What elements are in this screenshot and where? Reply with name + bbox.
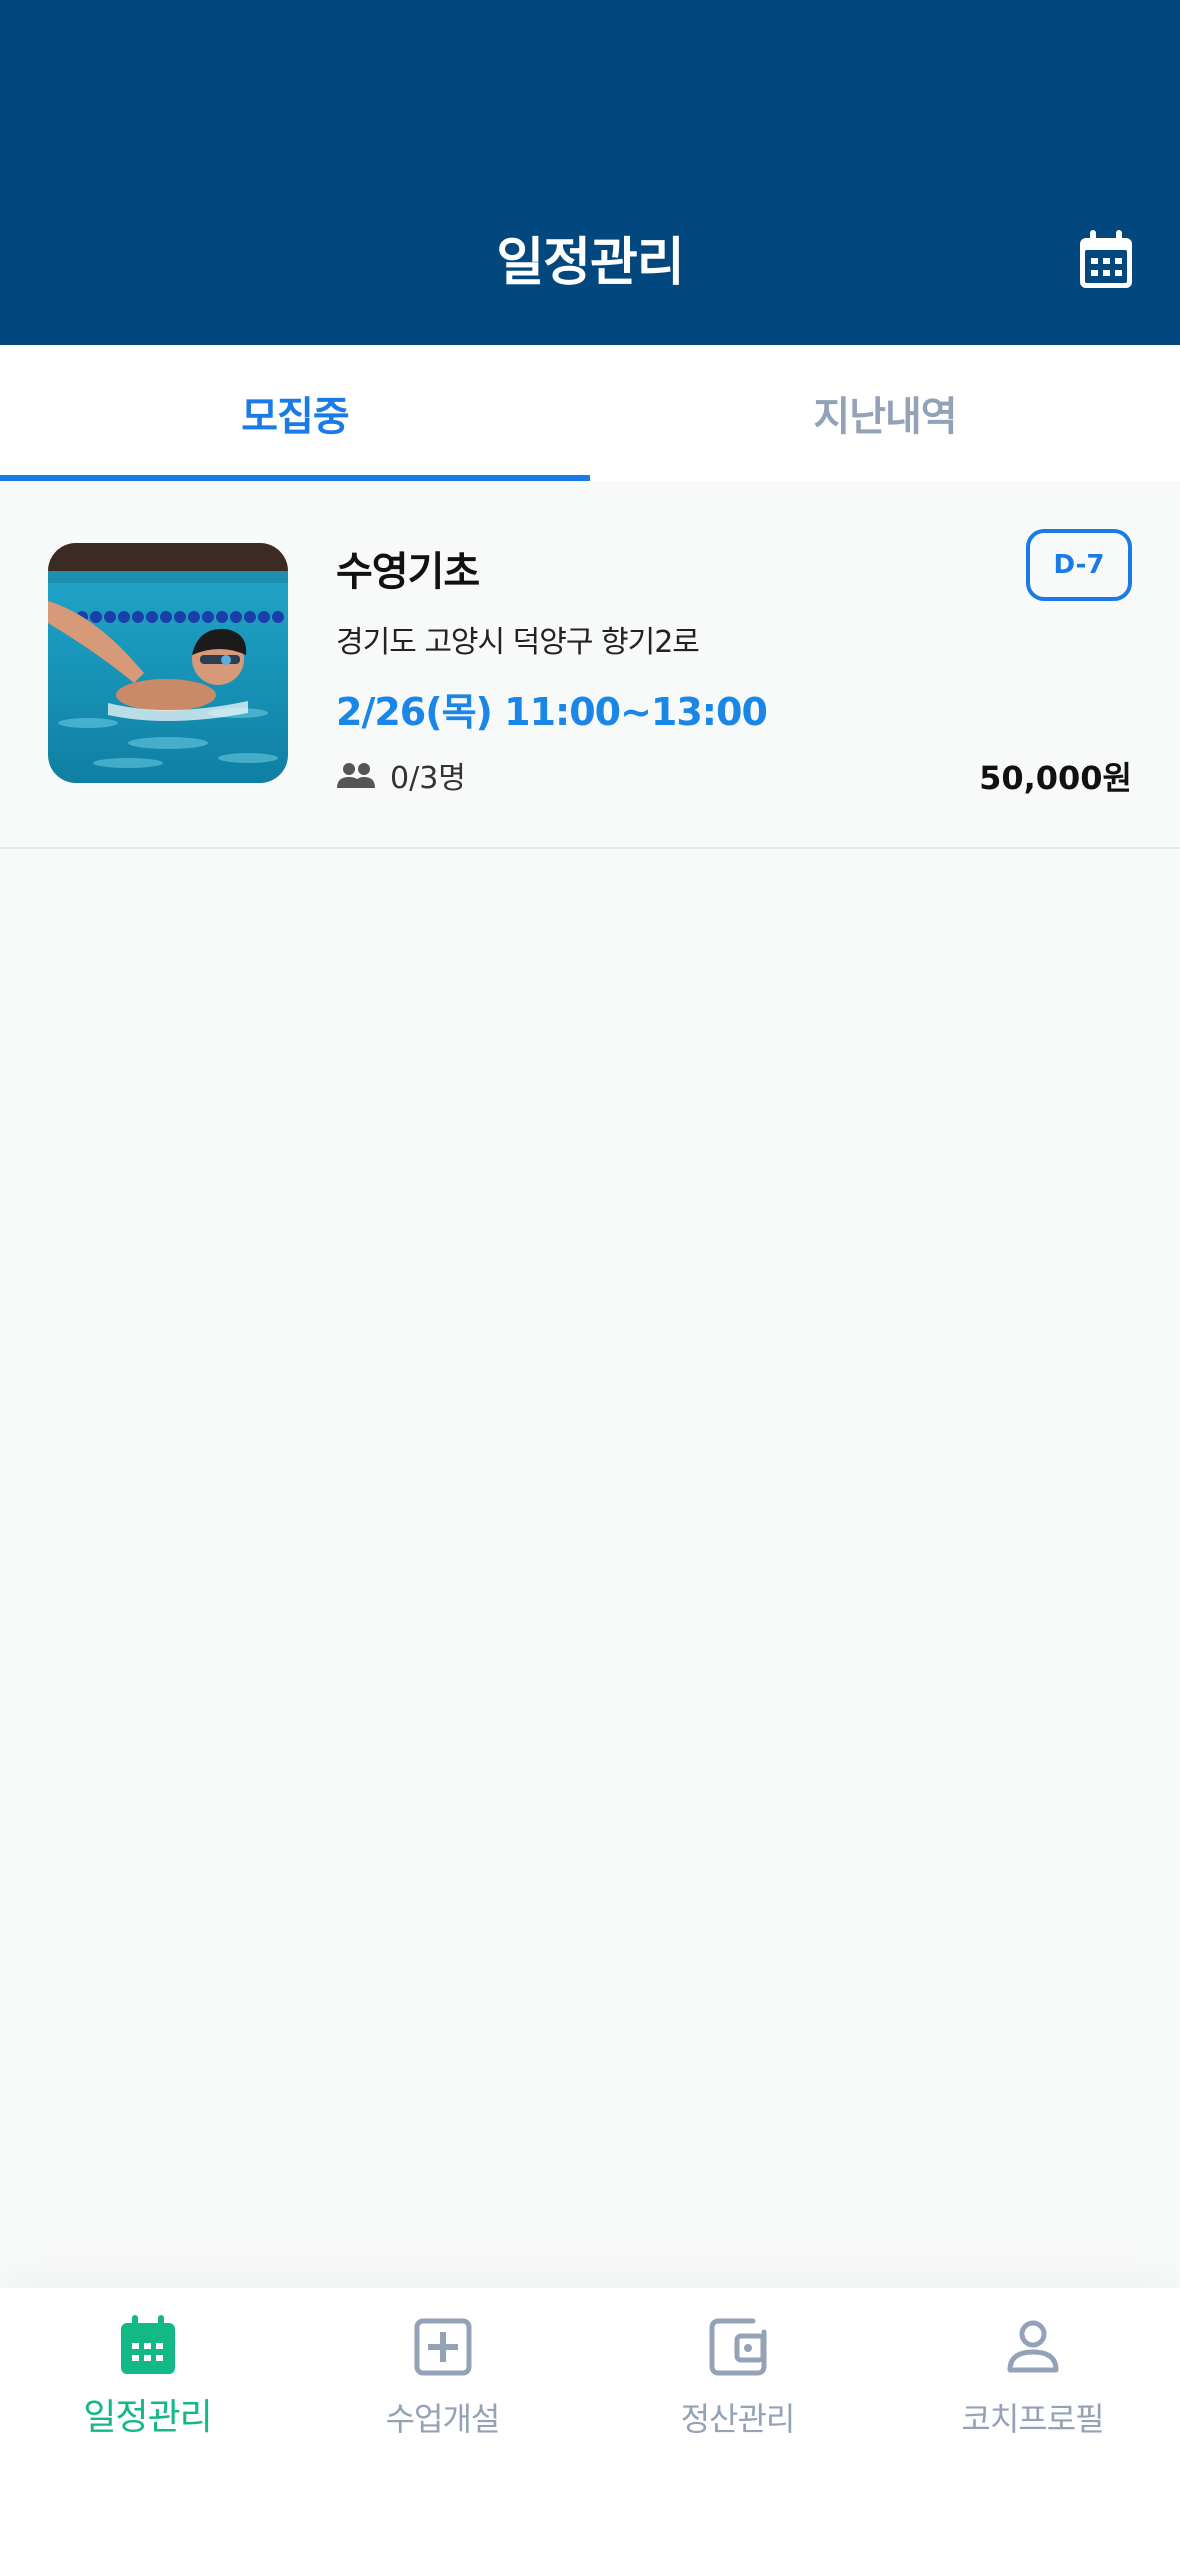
calendar-icon[interactable] — [1076, 228, 1136, 292]
wallet-icon — [709, 2318, 766, 2376]
tab-recruiting-label: 모집중 — [241, 394, 349, 440]
people-icon — [337, 763, 375, 788]
d-day-badge: D-7 — [1026, 529, 1132, 601]
nav-item-coach-profile[interactable]: 코치프로필 — [885, 2288, 1180, 2558]
plus-square-icon — [414, 2318, 471, 2376]
app-header: 일정관리 — [0, 0, 1180, 345]
class-title: 수영기초 — [336, 549, 480, 595]
person-icon — [1007, 2320, 1058, 2373]
tab-history-label: 지난내역 — [813, 394, 957, 440]
class-address: 경기도 고양시 덕양구 향기2로 — [336, 625, 700, 660]
swimmer-photo — [48, 543, 288, 783]
nav-item-create-class[interactable]: 수업개설 — [295, 2288, 590, 2558]
bottom-nav: 일정관리 수업개설 정산관리 코치프로필 — [0, 2288, 1180, 2558]
tab-history[interactable]: 지난내역 — [590, 345, 1180, 481]
nav-item-schedule[interactable]: 일정관리 — [0, 2288, 295, 2558]
calendar-icon — [120, 2315, 175, 2374]
tab-bar: 모집중 지난내역 — [0, 345, 1180, 481]
nav-item-settlement[interactable]: 정산관리 — [590, 2288, 885, 2558]
nav-label-create-class: 수업개설 — [385, 2400, 501, 2438]
tab-recruiting[interactable]: 모집중 — [0, 345, 590, 481]
participants-info: 0/3명 — [336, 753, 466, 797]
app-root: 일정관리 모집중 지난내역 수영기초 D-7 경기도 고양시 덕양구 향기2로 … — [0, 0, 1180, 2558]
nav-label-coach-profile: 코치프로필 — [961, 2400, 1104, 2438]
nav-label-settlement: 정산관리 — [680, 2400, 796, 2438]
nav-label-schedule: 일정관리 — [83, 2397, 212, 2438]
class-schedule: 2/26(목) 11:00~13:00 — [336, 690, 768, 734]
class-price: 50,000원 — [979, 759, 1132, 797]
class-card[interactable]: 수영기초 D-7 경기도 고양시 덕양구 향기2로 2/26(목) 11:00~… — [0, 481, 1180, 849]
page-title: 일정관리 — [496, 233, 684, 293]
participants-count: 0/3명 — [390, 761, 466, 796]
